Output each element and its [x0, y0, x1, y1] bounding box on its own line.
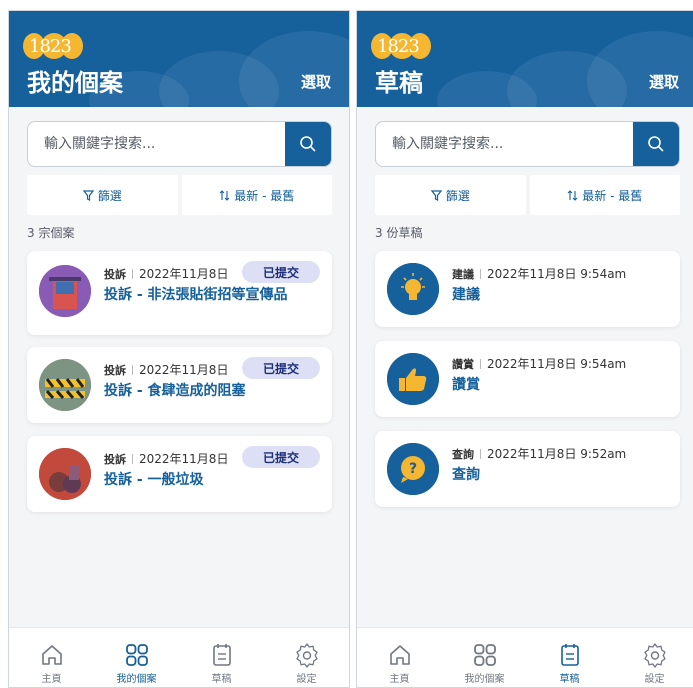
app-header: 1823 我的個案 選取: [9, 11, 349, 107]
draft-date: 2022年11月8日 9:54am: [487, 357, 627, 371]
case-date: 2022年11月8日: [139, 363, 229, 377]
filter-icon: [430, 189, 442, 201]
draft-date: 2022年11月8日 9:52am: [487, 447, 627, 461]
case-title: 投訴 - 食肆造成的阻塞: [104, 383, 246, 399]
gear-icon: [295, 643, 318, 668]
case-count: 3 宗個案: [27, 226, 75, 240]
filter-button[interactable]: 篩選: [27, 175, 178, 215]
thumbs-up-icon: [387, 353, 439, 405]
status-badge: 已提交: [242, 446, 320, 468]
barrier-image: [39, 359, 91, 411]
case-card[interactable]: 投訴 2022年11月8日 已提交 投訴 - 一般垃圾: [27, 436, 332, 512]
search-input[interactable]: [44, 122, 284, 166]
my-cases-screen: 1823 我的個案 選取 篩選 最新 - 最舊 3 宗個案 投訴 2022年11…: [8, 10, 350, 688]
drafts-screen: 1823 草稿 選取 篩選 最新 - 最舊 3 份草稿 建議 2022年11月8…: [356, 10, 693, 688]
case-title: 投訴 - 非法張貼街招等宣傳品: [104, 287, 288, 303]
question-bubble-icon: ?: [387, 443, 439, 495]
draft-card[interactable]: 讚賞 2022年11月8日 9:54am 讚賞: [375, 341, 680, 417]
nav-home[interactable]: 主頁: [9, 628, 94, 687]
case-date: 2022年11月8日: [139, 267, 229, 281]
draft-category: 查詢: [452, 447, 474, 461]
nav-drafts[interactable]: 草稿: [179, 628, 264, 687]
search-button[interactable]: [633, 122, 679, 166]
search-input[interactable]: [392, 122, 632, 166]
home-icon: [41, 645, 62, 665]
clipboard-icon: [212, 644, 231, 666]
svg-text:?: ?: [409, 461, 417, 477]
draft-card[interactable]: ? 查詢 2022年11月8日 9:52am 查詢: [375, 431, 680, 507]
draft-title: 讚賞: [452, 377, 480, 393]
page-title: 草稿: [375, 69, 423, 97]
app-header: 1823 草稿 選取: [357, 11, 693, 107]
nav-home[interactable]: 主頁: [357, 628, 442, 687]
filter-bar: 篩選 最新 - 最舊: [27, 175, 332, 215]
gear-icon: [643, 643, 666, 668]
grid-icon: [473, 644, 496, 666]
case-category: 投訴: [104, 363, 126, 377]
case-card[interactable]: 投訴 2022年11月8日 已提交 投訴 - 非法張貼街招等宣傳品: [27, 251, 332, 335]
status-badge: 已提交: [242, 261, 320, 283]
lightbulb-icon: [387, 263, 439, 315]
case-category: 投訴: [104, 267, 126, 281]
filter-bar: 篩選 最新 - 最舊: [375, 175, 680, 215]
search-icon: [300, 136, 316, 152]
nav-my-cases[interactable]: 我的個案: [94, 628, 179, 687]
nav-settings[interactable]: 設定: [264, 628, 349, 687]
draft-title: 查詢: [452, 467, 480, 483]
case-title: 投訴 - 一般垃圾: [104, 472, 204, 488]
sort-button[interactable]: 最新 - 最舊: [181, 175, 332, 215]
draft-category: 建議: [452, 267, 474, 281]
garbage-image: [39, 448, 91, 500]
sort-button[interactable]: 最新 - 最舊: [529, 175, 680, 215]
page-title: 我的個案: [27, 69, 123, 97]
filter-button[interactable]: 篩選: [375, 175, 526, 215]
poster-image: [39, 265, 91, 317]
search-icon: [648, 136, 664, 152]
sort-icon: [219, 189, 230, 201]
home-icon: [389, 645, 410, 665]
draft-count: 3 份草稿: [375, 226, 423, 240]
bottom-nav: 主頁 我的個案 草稿 設定: [9, 627, 349, 687]
case-card[interactable]: 投訴 2022年11月8日 已提交 投訴 - 食肆造成的阻塞: [27, 347, 332, 423]
search-button[interactable]: [285, 122, 331, 166]
sort-icon: [567, 189, 578, 201]
draft-date: 2022年11月8日 9:54am: [487, 267, 627, 281]
status-badge: 已提交: [242, 357, 320, 379]
bottom-nav: 主頁 我的個案 草稿 設定: [357, 627, 693, 687]
logo-1823: 1823: [371, 31, 431, 61]
search-bar: [27, 121, 332, 167]
select-button[interactable]: 選取: [301, 71, 331, 92]
select-button[interactable]: 選取: [649, 71, 679, 92]
nav-my-cases[interactable]: 我的個案: [442, 628, 527, 687]
draft-card[interactable]: 建議 2022年11月8日 9:54am 建議: [375, 251, 680, 327]
nav-settings[interactable]: 設定: [612, 628, 693, 687]
filter-icon: [82, 189, 94, 201]
case-date: 2022年11月8日: [139, 452, 229, 466]
draft-title: 建議: [452, 287, 480, 303]
nav-drafts[interactable]: 草稿: [527, 628, 612, 687]
search-bar: [375, 121, 680, 167]
draft-category: 讚賞: [452, 357, 474, 371]
grid-icon: [125, 644, 148, 666]
logo-1823: 1823: [23, 31, 83, 61]
clipboard-icon: [560, 644, 579, 666]
case-category: 投訴: [104, 452, 126, 466]
